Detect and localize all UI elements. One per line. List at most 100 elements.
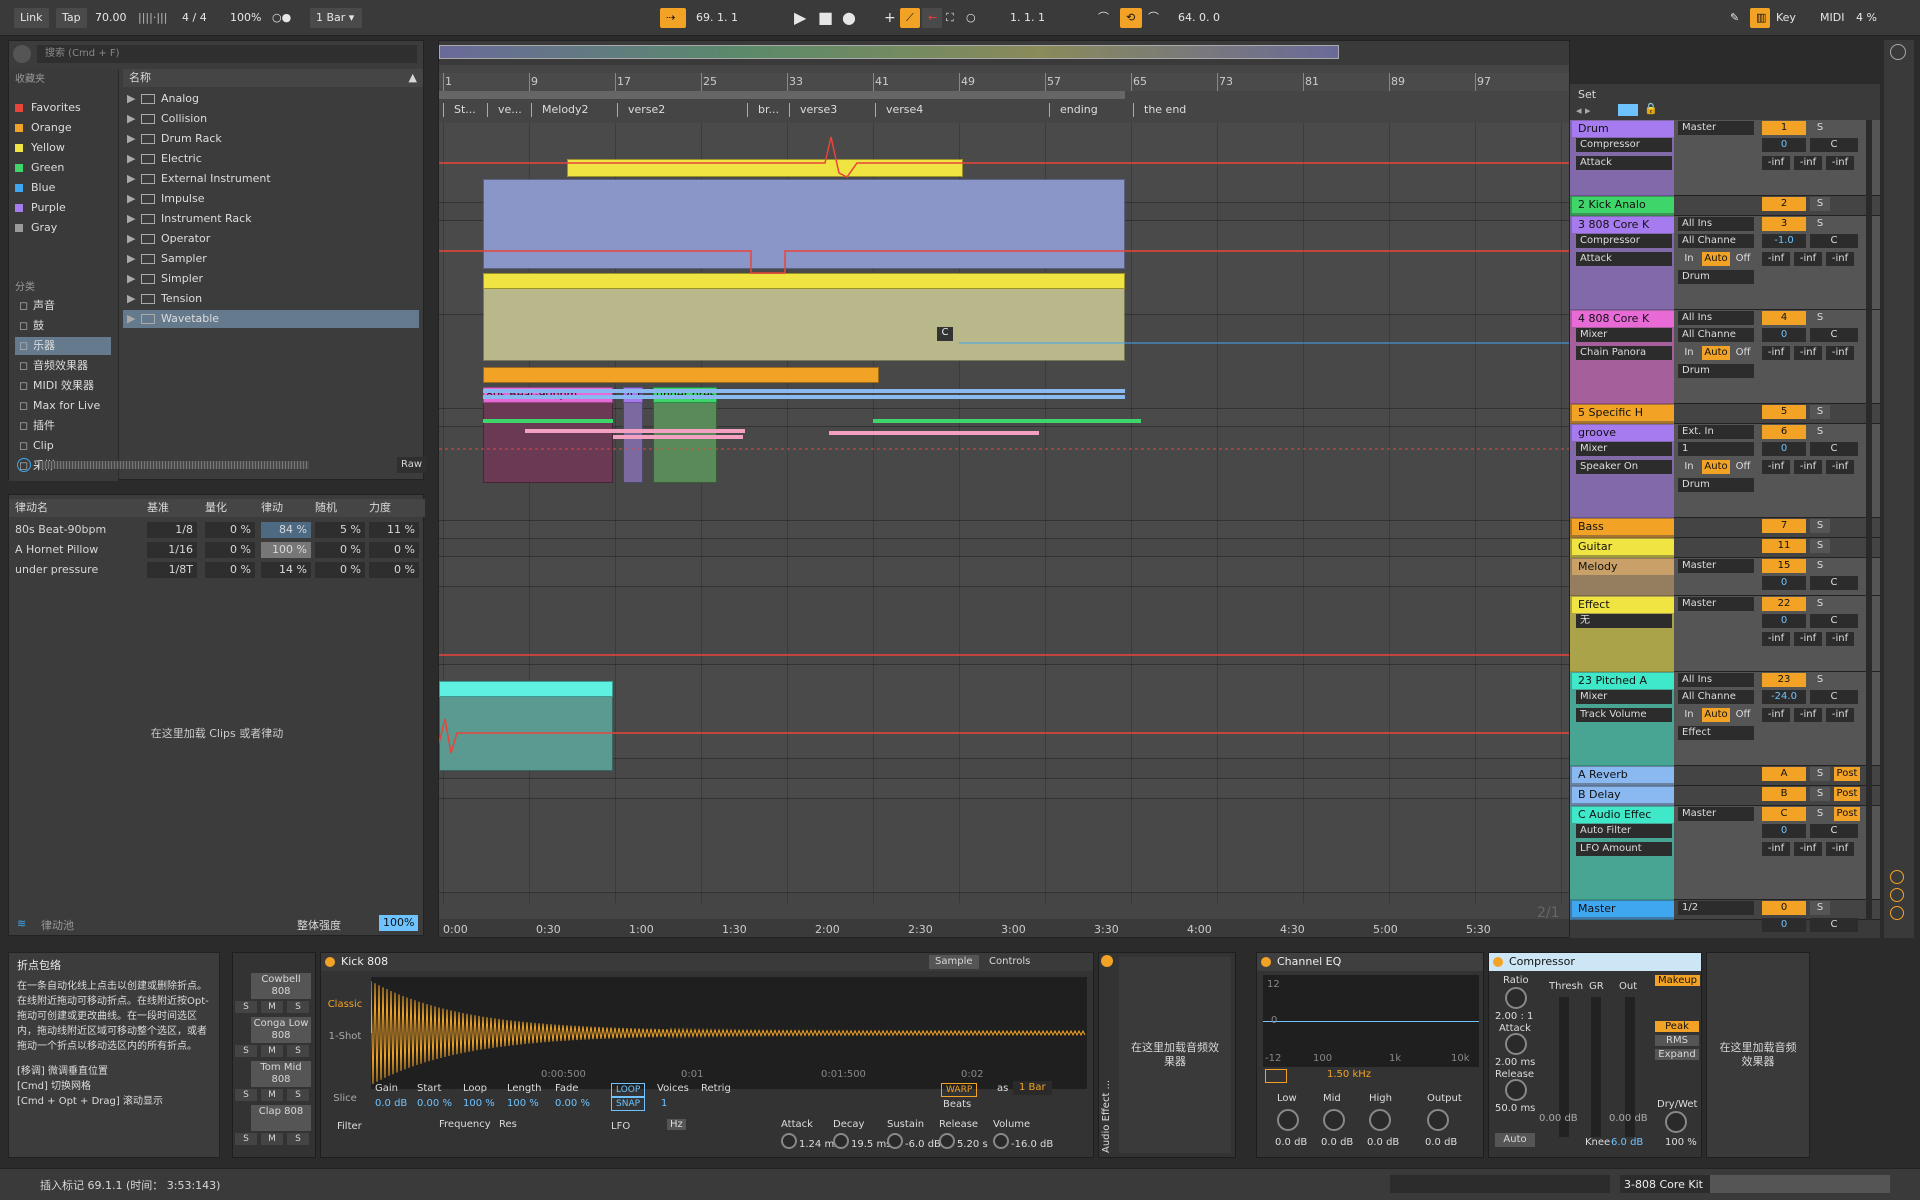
browser-item[interactable]: ▶ Simpler bbox=[127, 270, 203, 288]
collection-purple[interactable]: Purple bbox=[15, 199, 66, 217]
scrollbar-column[interactable] bbox=[1884, 40, 1914, 938]
parameter-chooser[interactable]: Attack bbox=[1576, 156, 1672, 170]
monitor-in-button[interactable]: In bbox=[1678, 460, 1700, 474]
output-chooser[interactable]: Effect bbox=[1678, 726, 1754, 740]
pan-field[interactable]: C bbox=[1810, 690, 1858, 704]
drum-pad[interactable]: Cowbell 808 bbox=[251, 973, 311, 999]
volume-field[interactable]: -1.0 bbox=[1762, 234, 1806, 248]
classic-mode-button[interactable]: Classic bbox=[325, 977, 365, 1017]
expand-arrow-icon[interactable]: ▶ bbox=[127, 290, 137, 308]
track-activator[interactable]: 1 bbox=[1762, 121, 1806, 135]
category-item[interactable]: ◻ 鼓 bbox=[15, 317, 111, 335]
io-channel-chooser[interactable]: 1 bbox=[1678, 442, 1754, 456]
track-name[interactable]: C Audio Effec bbox=[1572, 807, 1674, 823]
pan-field[interactable]: C bbox=[1810, 442, 1858, 456]
pan-field[interactable]: C bbox=[1810, 328, 1858, 342]
pad-control-button[interactable]: S bbox=[235, 1045, 257, 1057]
expand-arrow-icon[interactable]: ▶ bbox=[127, 190, 137, 208]
pad-control-button[interactable]: S bbox=[235, 1133, 257, 1145]
pad-control-button[interactable]: M bbox=[261, 1001, 283, 1013]
groove-random-cell[interactable]: 0 % bbox=[315, 562, 365, 578]
makeup-button[interactable]: Makeup bbox=[1655, 975, 1701, 986]
release-knob[interactable] bbox=[1505, 1079, 1527, 1101]
track-overview[interactable] bbox=[1710, 1175, 1890, 1193]
ratio-knob[interactable] bbox=[1505, 987, 1527, 1009]
sample-param-value[interactable]: 100 % bbox=[507, 1098, 539, 1109]
category-item[interactable]: ◻ Clip bbox=[15, 437, 111, 455]
track-name[interactable]: Drum bbox=[1572, 121, 1674, 137]
record-quantize-icon[interactable]: ○● bbox=[272, 8, 291, 28]
collection-green[interactable]: Green bbox=[15, 159, 64, 177]
volume-field[interactable]: 0 bbox=[1762, 918, 1806, 932]
preview-headphone-icon[interactable] bbox=[17, 458, 31, 472]
expand-arrow-icon[interactable]: ▶ bbox=[127, 150, 137, 168]
metronome-icon[interactable]: ||||·||| bbox=[138, 8, 167, 28]
track-name[interactable]: groove bbox=[1572, 425, 1674, 441]
eq-band-knob[interactable] bbox=[1369, 1109, 1391, 1131]
loop-button[interactable]: LOOP bbox=[611, 1083, 646, 1097]
track-activator[interactable]: 15 bbox=[1762, 559, 1806, 573]
play-icon[interactable]: ▶ bbox=[794, 8, 806, 28]
io-chooser[interactable]: Master bbox=[1678, 597, 1754, 611]
sample-param-value[interactable]: 0.00 % bbox=[555, 1098, 590, 1109]
tap-button[interactable]: Tap bbox=[56, 8, 87, 28]
track-name[interactable]: 2 Kick Analo bbox=[1572, 197, 1674, 213]
key-map-button[interactable]: Key bbox=[1776, 8, 1796, 28]
monitor-auto-button[interactable]: Auto bbox=[1702, 346, 1730, 360]
mixer-toggle-icon[interactable] bbox=[1890, 44, 1906, 60]
groove-quant-cell[interactable]: 0 % bbox=[205, 542, 255, 558]
track-name[interactable]: 3 808 Core K bbox=[1572, 217, 1674, 233]
groove-row[interactable]: under pressure 1/8T 0 % 14 % 0 % 0 % bbox=[9, 561, 425, 579]
pad-control-button[interactable]: M bbox=[261, 1045, 283, 1057]
mixer-track[interactable]: 5 Specific H 5S bbox=[1570, 404, 1880, 424]
automation-envelope[interactable] bbox=[439, 718, 1570, 754]
track-activator[interactable]: 11 bbox=[1762, 539, 1806, 553]
track-name[interactable]: 4 808 Core K bbox=[1572, 311, 1674, 327]
monitor-off-button[interactable]: Off bbox=[1732, 460, 1754, 474]
volume-field[interactable]: 0 bbox=[1762, 442, 1806, 456]
monitor-in-button[interactable]: In bbox=[1678, 252, 1700, 266]
locator-marker[interactable]: verse2 bbox=[617, 103, 665, 117]
pan-field[interactable]: C bbox=[1810, 138, 1858, 152]
lfo-toggle[interactable]: LFO bbox=[611, 1121, 630, 1132]
mixer-track[interactable]: C Audio Effec Auto Filter LFO Amount Master… bbox=[1570, 806, 1880, 900]
hz-button[interactable]: Hz bbox=[667, 1119, 686, 1130]
groove-row[interactable]: A Hornet Pillow 1/16 0 % 100 % 0 % 0 % bbox=[9, 541, 425, 559]
sample-tab[interactable]: Sample bbox=[929, 955, 979, 969]
monitor-in-button[interactable]: In bbox=[1678, 346, 1700, 360]
automation-lines[interactable] bbox=[439, 123, 1570, 903]
track-name[interactable]: Melody bbox=[1572, 559, 1674, 575]
volume-field[interactable]: 0 bbox=[1762, 824, 1806, 838]
automation-icon[interactable] bbox=[1618, 104, 1638, 116]
mixer-track[interactable]: A Reverb A S Post bbox=[1570, 766, 1880, 786]
groove-timing-cell[interactable]: 84 % bbox=[261, 522, 311, 538]
sample-param-value[interactable]: 0.00 % bbox=[417, 1098, 452, 1109]
track-activator[interactable]: 23 bbox=[1762, 673, 1806, 687]
low-cut-icon[interactable] bbox=[1265, 1069, 1287, 1083]
controls-tab[interactable]: Controls bbox=[983, 955, 1037, 969]
pan-field[interactable]: C bbox=[1810, 918, 1858, 932]
mixer-track[interactable]: Bass 7 S bbox=[1570, 518, 1880, 538]
collection-yellow[interactable]: Yellow bbox=[15, 139, 65, 157]
mixer-track[interactable]: Drum Compressor Attack Master 1 S 0 C -inf -inf -i… bbox=[1570, 120, 1880, 196]
solo-button[interactable]: S bbox=[1810, 217, 1830, 231]
groove-base-cell[interactable]: 1/8 bbox=[147, 522, 197, 538]
browser-item[interactable]: ▶ Wavetable bbox=[123, 310, 419, 328]
device-chooser[interactable]: Auto Filter bbox=[1576, 824, 1672, 838]
volume-field[interactable]: 0 bbox=[1762, 576, 1806, 590]
groove-row[interactable]: 80s Beat-90bpm 1/8 0 % 84 % 5 % 11 % bbox=[9, 521, 425, 539]
voices-value[interactable]: 1 bbox=[661, 1098, 667, 1109]
category-item[interactable]: ◻ 声音 bbox=[15, 297, 111, 315]
solo-button[interactable]: S bbox=[1810, 539, 1830, 553]
io-channel-chooser[interactable]: All Channe bbox=[1678, 234, 1754, 248]
volume-field[interactable]: 0 bbox=[1762, 328, 1806, 342]
collection-orange[interactable]: Orange bbox=[15, 119, 72, 137]
io-chooser[interactable]: Master bbox=[1678, 807, 1754, 821]
post-button[interactable]: Post bbox=[1834, 767, 1860, 781]
solo-button[interactable]: S bbox=[1810, 121, 1830, 135]
sample-param-value[interactable]: 0.0 dB bbox=[375, 1098, 407, 1109]
expand-arrow-icon[interactable]: ▶ bbox=[127, 250, 137, 268]
keyboard-icon[interactable]: ▥ bbox=[1750, 8, 1770, 28]
loop-switch-icon[interactable]: ⟲ bbox=[1120, 8, 1142, 28]
monitor-auto-button[interactable]: Auto bbox=[1702, 708, 1730, 722]
